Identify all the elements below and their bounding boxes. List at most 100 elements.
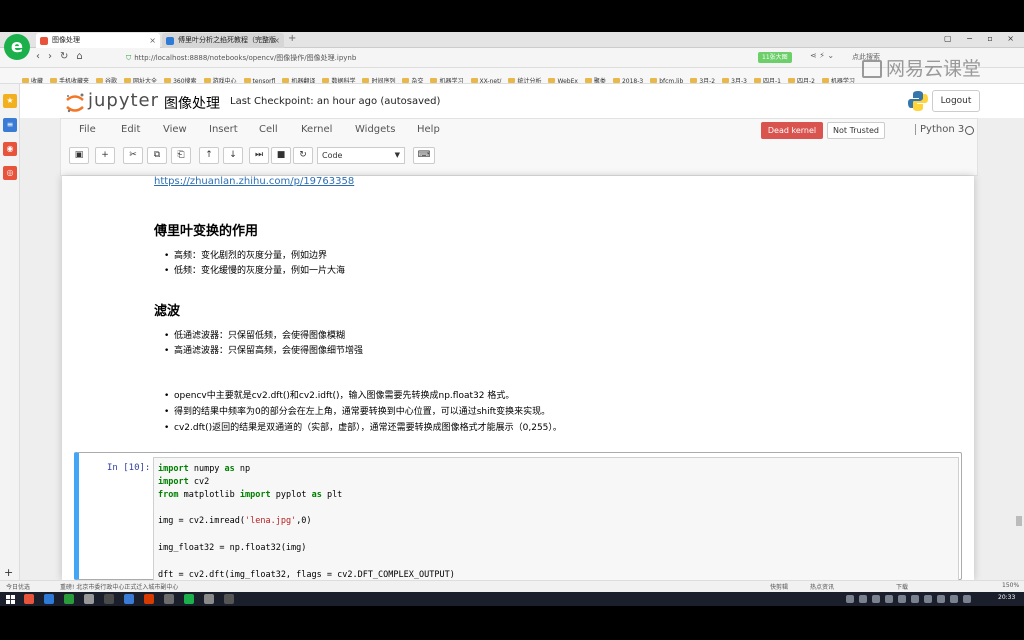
bookmark-item[interactable]: 机器学习 [430,74,464,83]
taskbar-app-icon[interactable] [44,594,54,604]
bookmark-item[interactable]: 四月-1 [753,74,781,83]
camera-icon[interactable]: ◎ [3,166,17,180]
bookmark-item[interactable]: 谷歌 [96,74,117,83]
bolt-icon[interactable]: ⚡ [819,51,825,60]
interrupt-button[interactable]: ■ [271,147,291,164]
status-item[interactable]: 快剪辑 [770,582,788,591]
nav-buttons[interactable]: ‹›↻⌂ [36,51,91,62]
taskbar-app-icon[interactable] [104,594,114,604]
tray-icon[interactable] [885,595,893,603]
bookmark-item[interactable]: 游戏中心 [203,74,237,83]
code-editor[interactable]: import numpy as np import cv2 from matpl… [153,457,959,580]
trust-badge[interactable]: Not Trusted [827,122,885,139]
share-icon[interactable]: ⋖ [810,51,817,60]
jupyter-logo[interactable]: jupyter [64,89,158,115]
new-tab-button[interactable]: + [288,33,296,44]
home-icon[interactable]: ⌂ [76,51,90,62]
taskbar-app-icon[interactable] [184,594,194,604]
bookmark-item[interactable]: 四月-2 [787,74,815,83]
tray-icon[interactable] [911,595,919,603]
move-up-button[interactable]: ↑ [199,147,219,164]
tray-icon[interactable] [963,595,971,603]
tray-icon[interactable] [872,595,880,603]
bookmark-item[interactable]: 收藏 [22,74,43,83]
status-item[interactable]: 热点资讯 [810,582,834,591]
forward-icon[interactable]: › [48,51,60,62]
star-icon[interactable]: ★ [3,94,17,108]
menu-kernel[interactable]: Kernel [301,124,332,135]
bookmark-item[interactable]: 机器学习 [821,74,855,83]
taskbar-app-icon[interactable] [224,594,234,604]
tab-close-icon[interactable]: × [273,33,280,48]
menu-file[interactable]: File [79,124,96,135]
taskbar-app-icon[interactable] [64,594,74,604]
bookmark-item[interactable]: 聚类 [584,74,606,83]
bookmark-item[interactable]: bfcm.lib [650,74,683,83]
bookmark-item[interactable]: 网址大全 [124,74,157,83]
tray-icon[interactable] [937,595,945,603]
browser-logo-icon[interactable]: e [4,34,30,60]
taskbar-app-icon[interactable] [24,594,34,604]
logout-button[interactable]: Logout [932,90,980,112]
browser-tab-2[interactable]: 傅里叶分析之掐死教程（完整版 × [162,33,284,48]
menu-help[interactable]: Help [417,124,440,135]
paste-button[interactable]: ⎗ [171,147,191,164]
menu-widgets[interactable]: Widgets [355,124,395,135]
save-button[interactable]: ▣ [69,147,89,164]
bookmark-item[interactable]: 时间序列 [362,74,395,83]
run-button[interactable]: ⏭ [249,147,269,164]
reference-link[interactable]: https://zhuanlan.zhihu.com/p/19763358 [154,176,354,187]
bookmark-item[interactable]: 3月-2 [690,74,715,83]
chevron-down-icon[interactable]: ⌄ [827,51,834,60]
restart-button[interactable]: ↻ [293,147,313,164]
cut-button[interactable]: ✂ [123,147,143,164]
notebook-title[interactable]: 图像处理 [164,93,220,113]
menu-edit[interactable]: Edit [121,124,140,135]
bookmark-item[interactable]: 统计分析 [508,74,541,83]
extension-badge[interactable]: 11张大图 [758,52,792,63]
scrollbar-thumb[interactable] [1016,516,1022,526]
tray-icon[interactable] [846,595,854,603]
tray-icon[interactable] [924,595,932,603]
tray-icon[interactable] [859,595,867,603]
bookmark-item[interactable]: 360搜索 [164,74,197,83]
back-icon[interactable]: ‹ [36,51,48,62]
bookmark-item[interactable]: 机器翻译 [282,74,315,83]
bookmark-item[interactable]: 杂交 [402,74,423,83]
cell-type-select[interactable]: Code ▼ [317,147,405,164]
bookmark-item[interactable]: XX-net/ [470,74,501,83]
extension-icons[interactable]: ⋖ ⚡ ⌄ [810,51,834,60]
url-field[interactable]: ⛉ http://localhost:8888/notebooks/opencv/… [126,52,754,65]
menu-cell[interactable]: Cell [259,124,278,135]
taskbar-app-icon[interactable] [204,594,214,604]
taskbar-app-icon[interactable] [144,594,154,604]
status-item[interactable]: 下载 [896,582,908,591]
copy-button[interactable]: ⧉ [147,147,167,164]
list-icon[interactable]: ≡ [3,118,17,132]
windows-start-icon[interactable] [6,595,15,604]
zoom-level[interactable]: 150% [1002,582,1019,589]
bookmark-item[interactable]: 2018-3 [612,74,643,83]
move-down-button[interactable]: ↓ [223,147,243,164]
menu-view[interactable]: View [163,124,187,135]
status-feature[interactable]: 今日优选 [6,582,30,591]
tab-close-icon[interactable]: × [149,33,156,48]
reload-icon[interactable]: ↻ [60,51,76,62]
taskbar-app-icon[interactable] [164,594,174,604]
status-news[interactable]: 重磅! 北京市委行政中心正式迁入城市副中心 [60,582,178,591]
bookmark-item[interactable]: 3月-3 [722,74,747,83]
tray-icon[interactable] [950,595,958,603]
bookmark-item[interactable]: 手机收藏夹 [50,74,89,83]
command-palette-button[interactable]: ⌨ [413,147,435,164]
bookmark-item[interactable]: WebEx [548,74,578,83]
kernel-status-badge[interactable]: Dead kernel [761,122,823,139]
window-controls[interactable]: ▢ − ▫ × [944,34,1020,43]
weibo-icon[interactable]: ◉ [3,142,17,156]
browser-tab-1[interactable]: 图像处理 × [36,33,160,48]
taskbar-app-icon[interactable] [124,594,134,604]
taskbar-app-icon[interactable] [84,594,94,604]
insert-cell-button[interactable]: + [95,147,115,164]
menu-insert[interactable]: Insert [209,124,238,135]
tray-icon[interactable] [898,595,906,603]
bookmark-item[interactable]: 数据科学 [322,74,355,83]
